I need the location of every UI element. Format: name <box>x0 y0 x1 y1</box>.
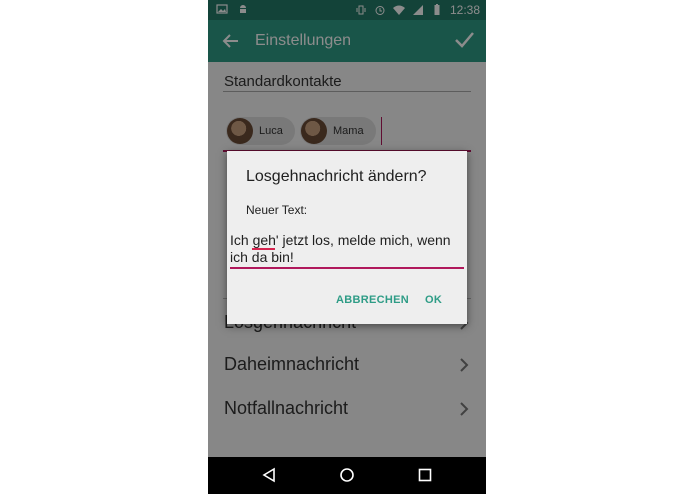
nav-home-icon[interactable] <box>339 467 355 483</box>
nav-recents-icon[interactable] <box>418 468 432 482</box>
nav-back-icon[interactable] <box>261 467 277 483</box>
ok-button[interactable]: OK <box>425 294 442 306</box>
cancel-button[interactable]: ABBRECHEN <box>336 294 409 306</box>
dialog-field-label: Neuer Text: <box>246 203 308 217</box>
dialog-title: Losgehnachricht ändern? <box>246 168 427 185</box>
edit-message-dialog: Losgehnachricht ändern? Neuer Text: Ich … <box>227 151 467 324</box>
navigation-bar <box>208 457 486 494</box>
spellcheck-underline <box>252 248 275 250</box>
message-input-underline <box>230 267 464 269</box>
